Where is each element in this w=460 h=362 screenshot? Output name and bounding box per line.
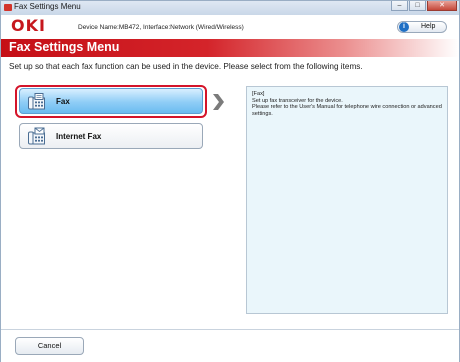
internet-fax-icon — [28, 127, 45, 145]
internet-fax-option-label: Internet Fax — [56, 132, 102, 141]
info-icon: i — [399, 22, 409, 32]
close-button[interactable]: ✕ — [427, 1, 457, 11]
internet-fax-option-button[interactable]: Internet Fax — [19, 123, 203, 149]
chevron-right-icon — [213, 94, 224, 110]
description-line: [Fax] — [252, 91, 265, 97]
description-panel: [Fax] Set up fax transceiver for the dev… — [246, 86, 448, 314]
device-name-label: Device Name:MB472, Interface:Network (Wi… — [78, 24, 244, 31]
app-window: Fax Settings Menu – □ ✕ OKI Device Name:… — [0, 0, 460, 362]
oki-logo: OKI — [11, 16, 46, 35]
minimize-button[interactable]: – — [391, 1, 408, 11]
window-title: Fax Settings Menu — [14, 2, 81, 11]
title-bar[interactable]: Fax Settings Menu – □ ✕ — [1, 1, 459, 15]
page-banner: Fax Settings Menu — [1, 39, 459, 57]
fax-option-button[interactable]: Fax — [19, 88, 203, 114]
intro-text: Set up so that each fax function can be … — [9, 62, 363, 71]
page-title: Fax Settings Menu — [9, 40, 120, 54]
app-icon — [4, 4, 12, 11]
fax-icon — [28, 93, 45, 110]
description-line: Set up fax transceiver for the device. — [252, 97, 343, 104]
cancel-button[interactable]: Cancel — [15, 337, 84, 355]
description-text: [Fax] Set up fax transceiver for the dev… — [252, 91, 446, 117]
maximize-button[interactable]: □ — [409, 1, 426, 11]
fax-option-label: Fax — [56, 97, 70, 106]
description-line: Please refer to the User's Manual for te… — [252, 104, 442, 117]
window-controls: – □ ✕ — [391, 1, 457, 12]
help-label: Help — [421, 23, 436, 30]
help-button[interactable]: i Help — [397, 21, 447, 33]
